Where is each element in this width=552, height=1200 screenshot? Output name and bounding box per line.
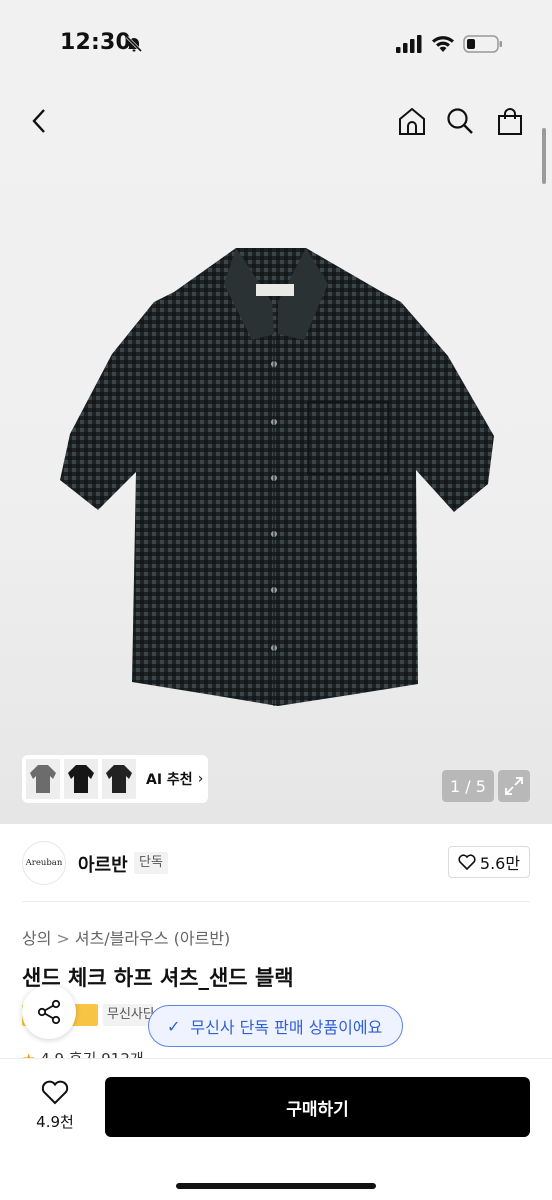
divider bbox=[22, 901, 530, 902]
cellular-signal-icon bbox=[396, 35, 422, 53]
chevron-right-icon: › bbox=[197, 771, 204, 787]
check-icon: ✓ bbox=[167, 1016, 181, 1036]
brand-like-count: 5.6만 bbox=[479, 854, 521, 873]
home-button[interactable] bbox=[395, 104, 429, 138]
status-time: 12:30 bbox=[60, 30, 132, 55]
expand-icon bbox=[505, 777, 523, 795]
shopping-bag-icon bbox=[498, 108, 522, 135]
battery-icon bbox=[463, 35, 502, 53]
bell-muted-icon bbox=[125, 35, 143, 53]
buy-button[interactable]: 구매하기 bbox=[105, 1077, 530, 1137]
expand-button[interactable] bbox=[498, 770, 530, 802]
breadcrumb-separator-icon: > bbox=[56, 929, 70, 948]
exclusive-toast: ✓ 무신사 단독 판매 상품이에요 bbox=[148, 1005, 403, 1047]
status-bar: 12:30 bbox=[0, 0, 552, 90]
scrollbar[interactable] bbox=[542, 128, 546, 184]
thumbnail-black-shirt[interactable] bbox=[64, 759, 98, 799]
share-button[interactable] bbox=[22, 985, 76, 1039]
ai-recommend-label: AI 추천 bbox=[146, 772, 193, 788]
bottom-bar: 4.9천 구매하기 bbox=[0, 1058, 552, 1200]
back-button[interactable] bbox=[22, 104, 56, 138]
search-icon bbox=[447, 108, 473, 134]
brand-logo[interactable]: Areuban bbox=[22, 841, 66, 885]
product-gallery[interactable]: AI 추천 › 1 / 5 bbox=[0, 90, 552, 824]
share-icon bbox=[37, 999, 61, 1025]
wishlist-button[interactable]: 4.9천 bbox=[26, 1079, 84, 1139]
home-indicator[interactable] bbox=[176, 1183, 376, 1189]
ai-recommend-strip[interactable]: AI 추천 › bbox=[22, 755, 208, 803]
thumbnail-gray-shirt[interactable] bbox=[26, 759, 60, 799]
cart-button[interactable] bbox=[493, 104, 527, 138]
breadcrumb-subcategory[interactable]: 셔츠/블라우스 (아르반) bbox=[75, 929, 230, 948]
brand-logo-text: Areuban bbox=[25, 858, 63, 868]
brand-row[interactable]: Areuban 아르반 단독 5.6만 bbox=[0, 824, 552, 902]
page-indicator: 1 / 5 bbox=[442, 770, 494, 802]
thumbnail-dark-shirt[interactable] bbox=[102, 759, 136, 799]
exclusive-tag: 단독 bbox=[134, 852, 168, 874]
breadcrumb-category[interactable]: 상의 bbox=[22, 929, 51, 948]
heart-icon bbox=[458, 854, 476, 870]
chevron-left-icon bbox=[32, 109, 45, 133]
brand-like-button[interactable]: 5.6만 bbox=[448, 846, 530, 878]
wifi-icon bbox=[432, 36, 454, 52]
badge-secondary: 무신사단 bbox=[103, 1004, 153, 1026]
product-title: 샌드 체크 하프 셔츠_샌드 블랙 bbox=[22, 966, 294, 990]
toast-text: 무신사 단독 판매 상품이에요 bbox=[190, 1018, 383, 1037]
search-button[interactable] bbox=[443, 104, 477, 138]
product-image-shirt bbox=[60, 248, 494, 706]
wishlist-count: 4.9천 bbox=[36, 1113, 74, 1131]
breadcrumb: 상의 > 셔츠/블라우스 (아르반) bbox=[22, 925, 230, 949]
brand-name[interactable]: 아르반 bbox=[78, 851, 128, 877]
home-icon bbox=[399, 107, 425, 135]
heart-icon bbox=[41, 1080, 69, 1105]
